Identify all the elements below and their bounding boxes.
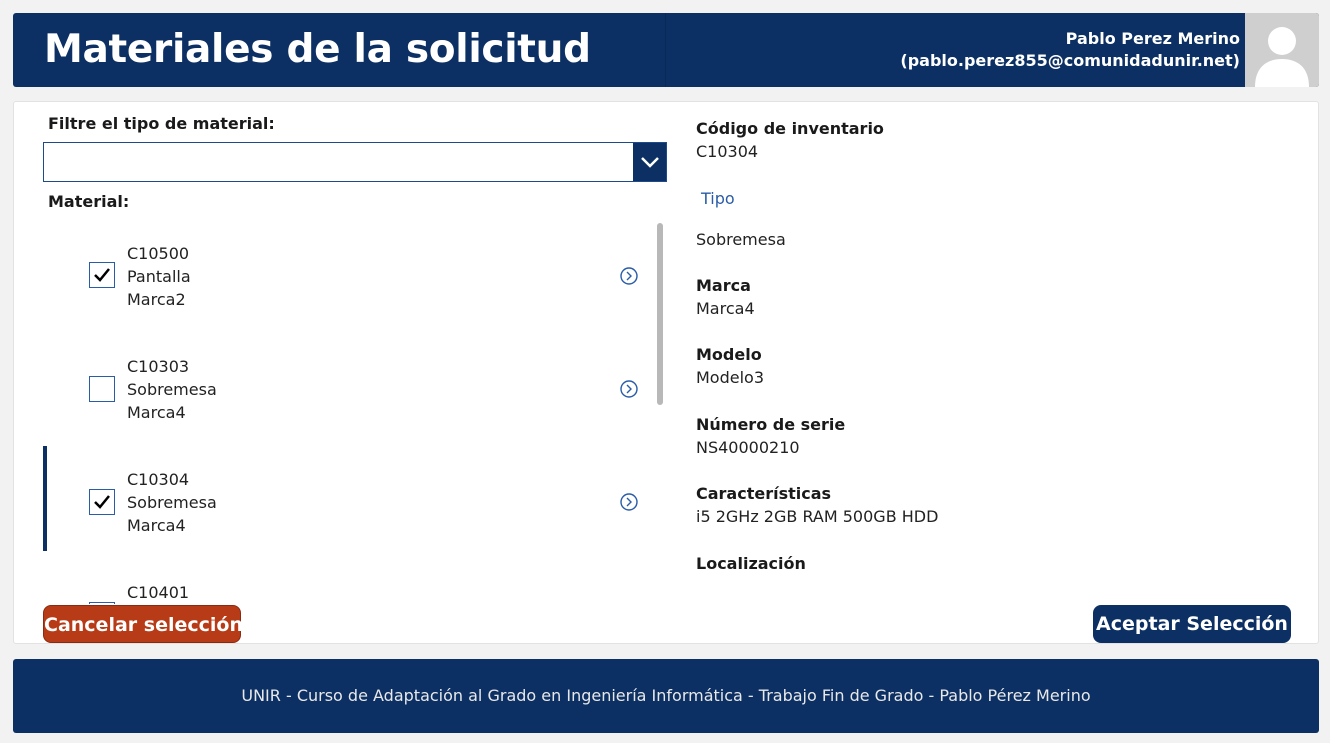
page-title: Materiales de la solicitud: [44, 27, 591, 72]
item-code: C10401: [127, 583, 190, 602]
detail-value: Modelo3: [696, 368, 765, 387]
item-type: Sobremesa: [127, 493, 217, 512]
material-list[interactable]: C10500 Pantalla Marca2 C10303 Sobremesa …: [43, 220, 668, 604]
chevron-right-circle-icon[interactable]: [619, 266, 639, 286]
detail-serial: Número de serie NS40000210: [696, 415, 845, 457]
item-type: Pantalla: [127, 267, 191, 286]
main-panel: Filtre el tipo de material: Material: C1…: [13, 101, 1319, 644]
selection-indicator: [43, 446, 47, 551]
user-silhouette-icon: [1255, 27, 1309, 87]
checkmark-icon: [94, 495, 110, 509]
item-checkbox[interactable]: [89, 602, 115, 604]
chevron-right-circle-icon[interactable]: [619, 492, 639, 512]
user-email: (pablo.perez855@comunidadunir.net): [900, 51, 1240, 70]
item-text: C10500 Pantalla Marca2: [127, 242, 191, 311]
detail-type-value: Sobremesa: [696, 230, 786, 249]
detail-value: Sobremesa: [696, 230, 786, 249]
filter-label: Filtre el tipo de material:: [48, 114, 275, 133]
detail-model: Modelo Modelo3: [696, 345, 764, 387]
detail-value: NS40000210: [696, 438, 800, 457]
detail-label: Código de inventario: [696, 119, 884, 138]
detail-value: i5 2GHz 2GB RAM 500GB HDD: [696, 507, 939, 526]
detail-brand: Marca Marca4: [696, 276, 755, 318]
detail-label: Características: [696, 484, 832, 503]
item-brand: Marca4: [127, 403, 186, 422]
item-text: C10401: [127, 581, 189, 604]
detail-location: Localización: [696, 554, 806, 573]
cancel-selection-button[interactable]: Cancelar selección: [43, 605, 243, 643]
chevron-down-icon[interactable]: [633, 143, 666, 181]
user-info: Pablo Perez Merino (pablo.perez855@comun…: [900, 28, 1240, 72]
item-checkbox[interactable]: [89, 262, 115, 288]
checkmark-icon: [94, 268, 110, 282]
detail-inventory: Código de inventario C10304: [696, 119, 884, 161]
app-footer: UNIR - Curso de Adaptación al Grado en I…: [13, 659, 1319, 733]
item-type: Sobremesa: [127, 380, 217, 399]
item-checkbox[interactable]: [89, 489, 115, 515]
chevron-right-circle-icon[interactable]: [619, 379, 639, 399]
type-link[interactable]: Tipo: [701, 189, 735, 208]
detail-type-label[interactable]: Tipo: [701, 189, 735, 208]
detail-value: C10304: [696, 142, 759, 161]
list-item-selected[interactable]: C10304 Sobremesa Marca4: [43, 446, 653, 551]
material-label: Material:: [48, 192, 130, 211]
detail-label: Número de serie: [696, 415, 846, 434]
item-brand: Marca4: [127, 516, 186, 535]
app-header: Materiales de la solicitud Pablo Perez M…: [13, 13, 1319, 87]
item-checkbox[interactable]: [89, 376, 115, 402]
footer-text: UNIR - Curso de Adaptación al Grado en I…: [241, 686, 1091, 705]
list-item[interactable]: C10303 Sobremesa Marca4: [43, 333, 653, 438]
header-divider: [665, 13, 666, 87]
detail-label: Marca: [696, 276, 751, 295]
user-name: Pablo Perez Merino: [1065, 29, 1240, 48]
item-code: C10303: [127, 357, 190, 376]
item-code: C10304: [127, 470, 190, 489]
detail-label: Modelo: [696, 345, 762, 364]
accept-selection-button[interactable]: Aceptar Selección: [1093, 605, 1291, 643]
detail-value: Marca4: [696, 299, 755, 318]
detail-features: Características i5 2GHz 2GB RAM 500GB HD…: [696, 484, 938, 526]
item-brand: Marca2: [127, 290, 186, 309]
item-text: C10304 Sobremesa Marca4: [127, 468, 217, 537]
list-item[interactable]: C10401: [43, 559, 653, 604]
item-text: C10303 Sobremesa Marca4: [127, 355, 217, 424]
detail-label: Localización: [696, 554, 806, 573]
avatar: [1245, 13, 1319, 87]
material-type-dropdown[interactable]: [43, 142, 667, 182]
item-code: C10500: [127, 244, 190, 263]
list-scrollbar[interactable]: [657, 223, 663, 405]
list-item[interactable]: C10500 Pantalla Marca2: [43, 220, 653, 325]
